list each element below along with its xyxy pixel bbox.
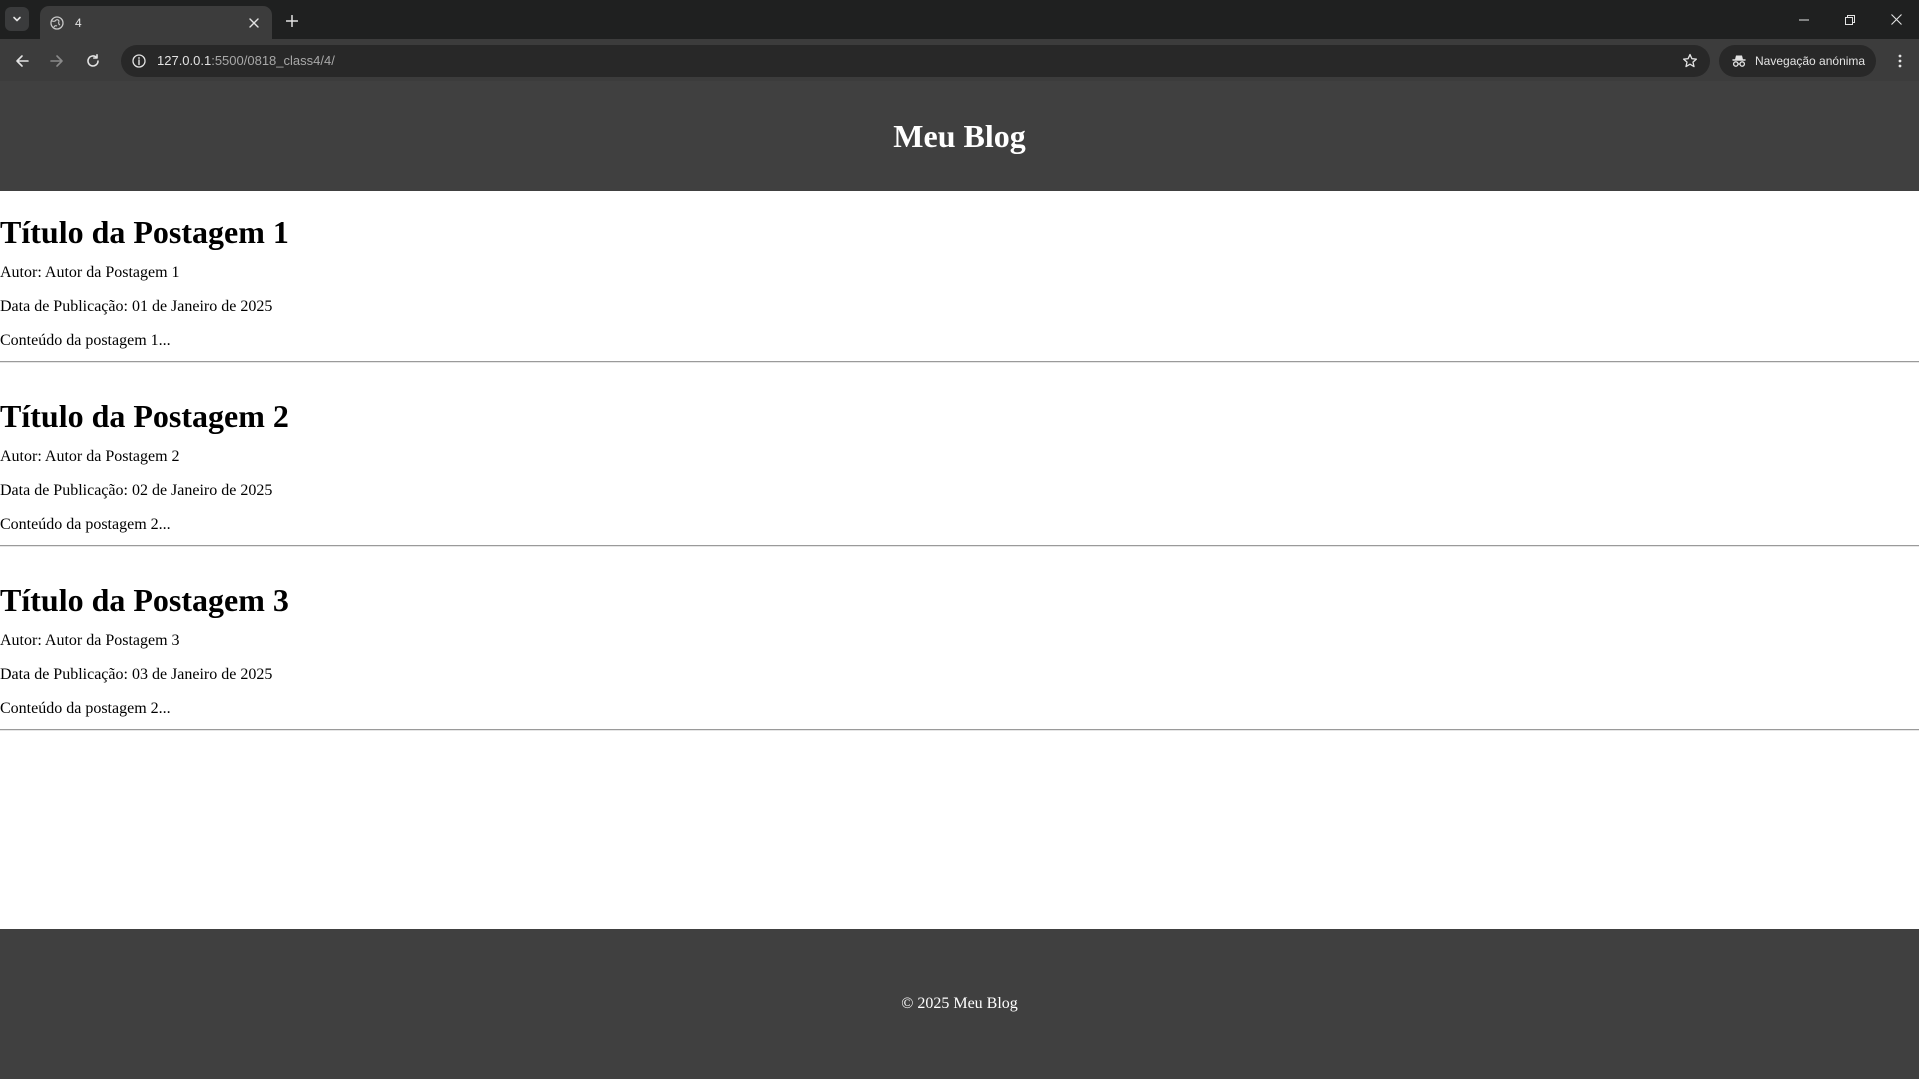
more-vertical-icon xyxy=(1898,54,1902,68)
reload-icon xyxy=(87,54,99,67)
post-divider xyxy=(0,729,1919,731)
close-icon xyxy=(1890,14,1902,25)
site-footer: © 2025 Meu Blog xyxy=(0,929,1919,1079)
url-text: 127.0.0.1:5500/0818_class4/4/ xyxy=(157,53,335,68)
post-title: Título da Postagem 3 xyxy=(0,582,289,618)
page-viewport: Meu Blog Título da Postagem 1 Autor: Aut… xyxy=(0,81,1919,1079)
post-author: Autor: Autor da Postagem 2 xyxy=(0,448,180,465)
incognito-icon xyxy=(1732,55,1746,67)
site-title: Meu Blog xyxy=(893,117,1026,154)
post-author: Autor: Autor da Postagem 3 xyxy=(0,632,180,649)
arrow-right-icon xyxy=(50,55,63,67)
post-date: Data de Publicação: 02 de Janeiro de 202… xyxy=(0,482,273,499)
post-author: Autor: Autor da Postagem 1 xyxy=(0,264,180,281)
browser-tab[interactable]: 4 xyxy=(40,6,272,39)
restore-button[interactable] xyxy=(1827,0,1873,39)
globe-icon xyxy=(49,15,65,31)
back-button[interactable] xyxy=(8,47,36,75)
post-date: Data de Publicação: 03 de Janeiro de 202… xyxy=(0,666,273,683)
tab-title: 4 xyxy=(75,15,82,30)
post-title: Título da Postagem 2 xyxy=(0,398,289,434)
minimize-button[interactable] xyxy=(1781,0,1827,39)
close-tab-icon[interactable] xyxy=(244,13,264,33)
arrow-left-icon xyxy=(16,55,29,67)
minimize-icon xyxy=(1799,19,1809,20)
forward-button[interactable] xyxy=(43,47,71,75)
browser-toolbar: 127.0.0.1:5500/0818_class4/4/ Navegação … xyxy=(0,39,1919,81)
close-window-button[interactable] xyxy=(1873,0,1919,39)
chevron-down-icon xyxy=(13,16,21,22)
plus-icon xyxy=(286,15,298,27)
post-content: Conteúdo da postagem 1... xyxy=(0,332,171,349)
post-content: Conteúdo da postagem 2... xyxy=(0,516,171,533)
post-title: Título da Postagem 1 xyxy=(0,214,289,250)
tab-search-button[interactable] xyxy=(5,7,29,31)
site-info-icon[interactable] xyxy=(129,51,149,71)
browser-menu-button[interactable] xyxy=(1886,47,1914,75)
post-divider xyxy=(0,361,1919,363)
address-bar[interactable]: 127.0.0.1:5500/0818_class4/4/ xyxy=(121,45,1710,77)
post-divider xyxy=(0,545,1919,547)
incognito-indicator[interactable]: Navegação anónima xyxy=(1719,45,1876,77)
site-header: Meu Blog xyxy=(0,81,1919,191)
restore-icon xyxy=(1845,14,1855,25)
bookmark-star-icon[interactable] xyxy=(1680,51,1700,71)
new-tab-button[interactable] xyxy=(280,9,304,33)
post-date: Data de Publicação: 01 de Janeiro de 202… xyxy=(0,298,273,315)
footer-copyright: © 2025 Meu Blog xyxy=(901,995,1018,1012)
url-path: :5500/0818_class4/4/ xyxy=(211,53,335,68)
tab-strip: 4 xyxy=(0,0,1919,39)
url-host: 127.0.0.1 xyxy=(157,53,212,68)
incognito-label: Navegação anónima xyxy=(1755,54,1866,68)
reload-button[interactable] xyxy=(79,47,107,75)
post-content: Conteúdo da postagem 2... xyxy=(0,700,171,717)
